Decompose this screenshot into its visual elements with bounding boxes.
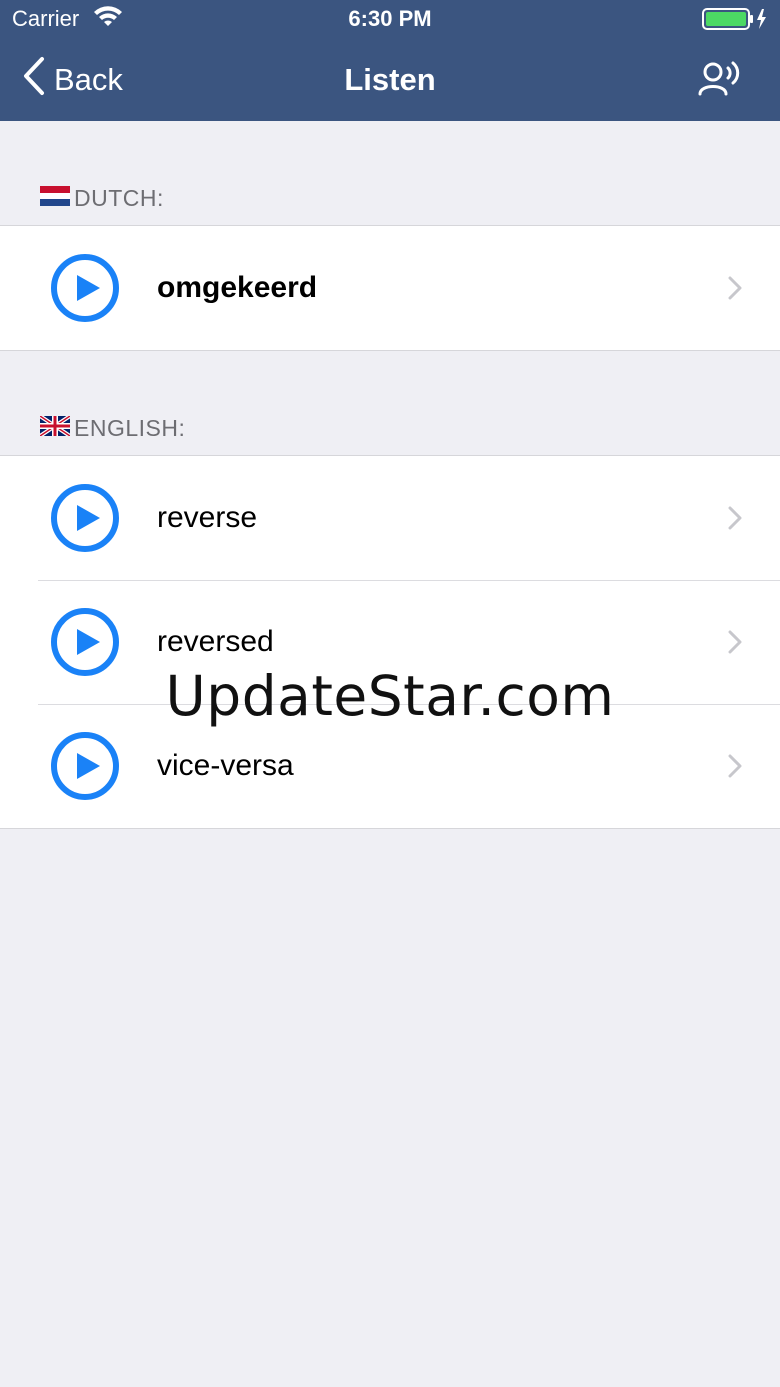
section-header-english: ENGLISH: bbox=[38, 413, 186, 443]
page-title: Listen bbox=[344, 62, 436, 97]
play-icon[interactable] bbox=[50, 731, 120, 801]
section-header-label: ENGLISH: bbox=[74, 414, 186, 441]
chevron-right-icon bbox=[728, 630, 742, 659]
battery-icon bbox=[702, 7, 768, 36]
netherlands-flag-icon bbox=[40, 185, 70, 212]
status-time: 6:30 PM bbox=[348, 6, 432, 31]
dutch-list: omgekeerd bbox=[0, 225, 780, 351]
play-icon[interactable] bbox=[50, 253, 120, 323]
speaker-person-button[interactable] bbox=[698, 60, 742, 103]
english-list: reverse reversed vice-versa bbox=[0, 455, 780, 829]
list-item[interactable]: reverse bbox=[0, 456, 780, 580]
section-header-dutch: DUTCH: bbox=[40, 183, 164, 213]
chevron-right-icon bbox=[728, 276, 742, 305]
word-label: vice-versa bbox=[157, 749, 294, 782]
nav-header: Carrier 6:30 PM Back Listen bbox=[0, 0, 780, 121]
uk-flag-icon bbox=[38, 413, 72, 442]
status-bar: Carrier 6:30 PM bbox=[0, 0, 780, 40]
play-icon[interactable] bbox=[50, 483, 120, 553]
list-item[interactable]: omgekeerd bbox=[0, 226, 780, 350]
section-header-label: DUTCH: bbox=[74, 184, 164, 211]
word-label: reversed bbox=[157, 625, 274, 658]
speaker-person-icon bbox=[698, 61, 742, 102]
chevron-right-icon bbox=[728, 506, 742, 535]
word-label: reverse bbox=[157, 501, 258, 534]
word-label: omgekeerd bbox=[157, 271, 318, 304]
chevron-right-icon bbox=[728, 754, 742, 783]
watermark-text: UpdateStar.com bbox=[165, 664, 615, 728]
